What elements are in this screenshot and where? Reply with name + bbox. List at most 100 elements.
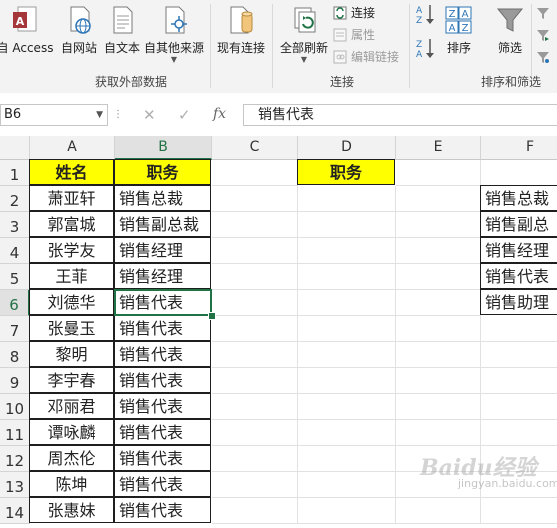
cell-c3[interactable] (212, 212, 298, 238)
column-header-c[interactable]: C (212, 136, 298, 160)
cell-e8[interactable] (396, 342, 481, 368)
cell-a11[interactable]: 谭咏麟 (29, 419, 114, 445)
cell-f14[interactable] (481, 498, 557, 524)
row-header-13[interactable]: 13 (0, 472, 30, 498)
cell-a7[interactable]: 张曼玉 (29, 315, 114, 341)
cell-e7[interactable] (396, 316, 481, 342)
cell-f11[interactable] (481, 420, 557, 446)
cell-a2[interactable]: 萧亚轩 (29, 185, 114, 211)
cell-f1[interactable] (481, 160, 557, 186)
row-header-11[interactable]: 11 (0, 420, 30, 446)
column-header-e[interactable]: E (396, 136, 481, 160)
cell-d3[interactable] (298, 212, 396, 238)
row-header-8[interactable]: 8 (0, 342, 30, 368)
cell-c5[interactable] (212, 264, 298, 290)
cell-b12[interactable]: 销售代表 (114, 445, 211, 471)
column-header-b[interactable]: B (115, 136, 212, 160)
cell-e11[interactable] (396, 420, 481, 446)
cell-a9[interactable]: 李宇春 (29, 367, 114, 393)
cell-d13[interactable] (298, 472, 396, 498)
cell-f2[interactable]: 销售总裁 (480, 185, 557, 211)
from-access-button[interactable]: A 自 Access (0, 2, 56, 62)
cell-b11[interactable]: 销售代表 (114, 419, 211, 445)
cell-a1[interactable]: 姓名 (29, 159, 114, 185)
row-header-2[interactable]: 2 (0, 186, 30, 212)
cell-e14[interactable] (396, 498, 481, 524)
cell-b7[interactable]: 销售代表 (114, 315, 211, 341)
cell-d11[interactable] (298, 420, 396, 446)
cell-b2[interactable]: 销售总裁 (114, 185, 211, 211)
cell-d4[interactable] (298, 238, 396, 264)
cell-c13[interactable] (212, 472, 298, 498)
cell-e9[interactable] (396, 368, 481, 394)
reapply-button[interactable] (536, 28, 550, 46)
row-header-5[interactable]: 5 (0, 264, 30, 290)
formula-bar-grip-icon[interactable]: ⋮ (113, 109, 123, 120)
chevron-down-icon[interactable]: ▼ (96, 105, 103, 125)
cell-f7[interactable] (481, 316, 557, 342)
cell-e6[interactable] (396, 290, 481, 316)
row-header-12[interactable]: 12 (0, 446, 30, 472)
cell-f10[interactable] (481, 394, 557, 420)
row-header-3[interactable]: 3 (0, 212, 30, 238)
cell-f9[interactable] (481, 368, 557, 394)
properties-button[interactable]: 属性 (333, 26, 375, 44)
cell-d12[interactable] (298, 446, 396, 472)
cell-d6[interactable] (298, 290, 396, 316)
cell-e1[interactable] (396, 160, 481, 186)
cell-a10[interactable]: 邓丽君 (29, 393, 114, 419)
cell-f6[interactable]: 销售助理 (480, 289, 557, 315)
formula-input[interactable]: 销售代表 (243, 104, 557, 126)
from-web-button[interactable]: 自网站 (58, 2, 100, 62)
clear-filter-button[interactable] (536, 6, 550, 24)
cell-f3[interactable]: 销售副总 (480, 211, 557, 237)
cell-c11[interactable] (212, 420, 298, 446)
cell-c8[interactable] (212, 342, 298, 368)
cell-a5[interactable]: 王菲 (29, 263, 114, 289)
cell-c14[interactable] (212, 498, 298, 524)
cell-b4[interactable]: 销售经理 (114, 237, 211, 263)
select-all-corner[interactable] (0, 136, 30, 160)
insert-function-icon[interactable]: fx (213, 106, 226, 122)
cell-b9[interactable]: 销售代表 (114, 367, 211, 393)
from-text-button[interactable]: 自文本 (101, 2, 143, 62)
cell-e2[interactable] (396, 186, 481, 212)
sort-button[interactable]: ZAAZ 排序 (440, 2, 478, 62)
cell-d14[interactable] (298, 498, 396, 524)
cell-b1[interactable]: 职务 (114, 159, 211, 185)
cell-b8[interactable]: 销售代表 (114, 341, 211, 367)
cell-d2[interactable] (298, 186, 396, 212)
cell-c10[interactable] (212, 394, 298, 420)
cell-d10[interactable] (298, 394, 396, 420)
row-header-14[interactable]: 14 (0, 498, 30, 524)
cell-d1[interactable]: 职务 (297, 159, 395, 185)
sort-ascending-button[interactable]: AZ (413, 2, 439, 28)
cell-d9[interactable] (298, 368, 396, 394)
row-header-1[interactable]: 1 (0, 160, 30, 186)
cell-c1[interactable] (212, 160, 298, 186)
row-header-6[interactable]: 6 (0, 290, 30, 316)
cell-e10[interactable] (396, 394, 481, 420)
cell-e5[interactable] (396, 264, 481, 290)
cell-a14[interactable]: 张惠妹 (29, 497, 114, 523)
cell-f4[interactable]: 销售经理 (480, 237, 557, 263)
cell-c2[interactable] (212, 186, 298, 212)
row-header-10[interactable]: 10 (0, 394, 30, 420)
refresh-all-button[interactable]: 全部刷新 ▼ (276, 2, 332, 64)
cell-c7[interactable] (212, 316, 298, 342)
existing-connections-button[interactable]: 现有连接 (214, 2, 268, 62)
cell-f8[interactable] (481, 342, 557, 368)
cell-d5[interactable] (298, 264, 396, 290)
connections-button[interactable]: 连接 (333, 4, 375, 22)
column-header-d[interactable]: D (298, 136, 396, 160)
cell-f5[interactable]: 销售代表 (480, 263, 557, 289)
cell-b5[interactable]: 销售经理 (114, 263, 211, 289)
enter-icon[interactable]: ✓ (178, 106, 191, 124)
cell-a12[interactable]: 周杰伦 (29, 445, 114, 471)
cell-a4[interactable]: 张学友 (29, 237, 114, 263)
cell-a3[interactable]: 郭富城 (29, 211, 114, 237)
cell-c4[interactable] (212, 238, 298, 264)
row-header-7[interactable]: 7 (0, 316, 30, 342)
cell-b3[interactable]: 销售副总裁 (114, 211, 211, 237)
sort-descending-button[interactable]: ZA (413, 36, 439, 62)
